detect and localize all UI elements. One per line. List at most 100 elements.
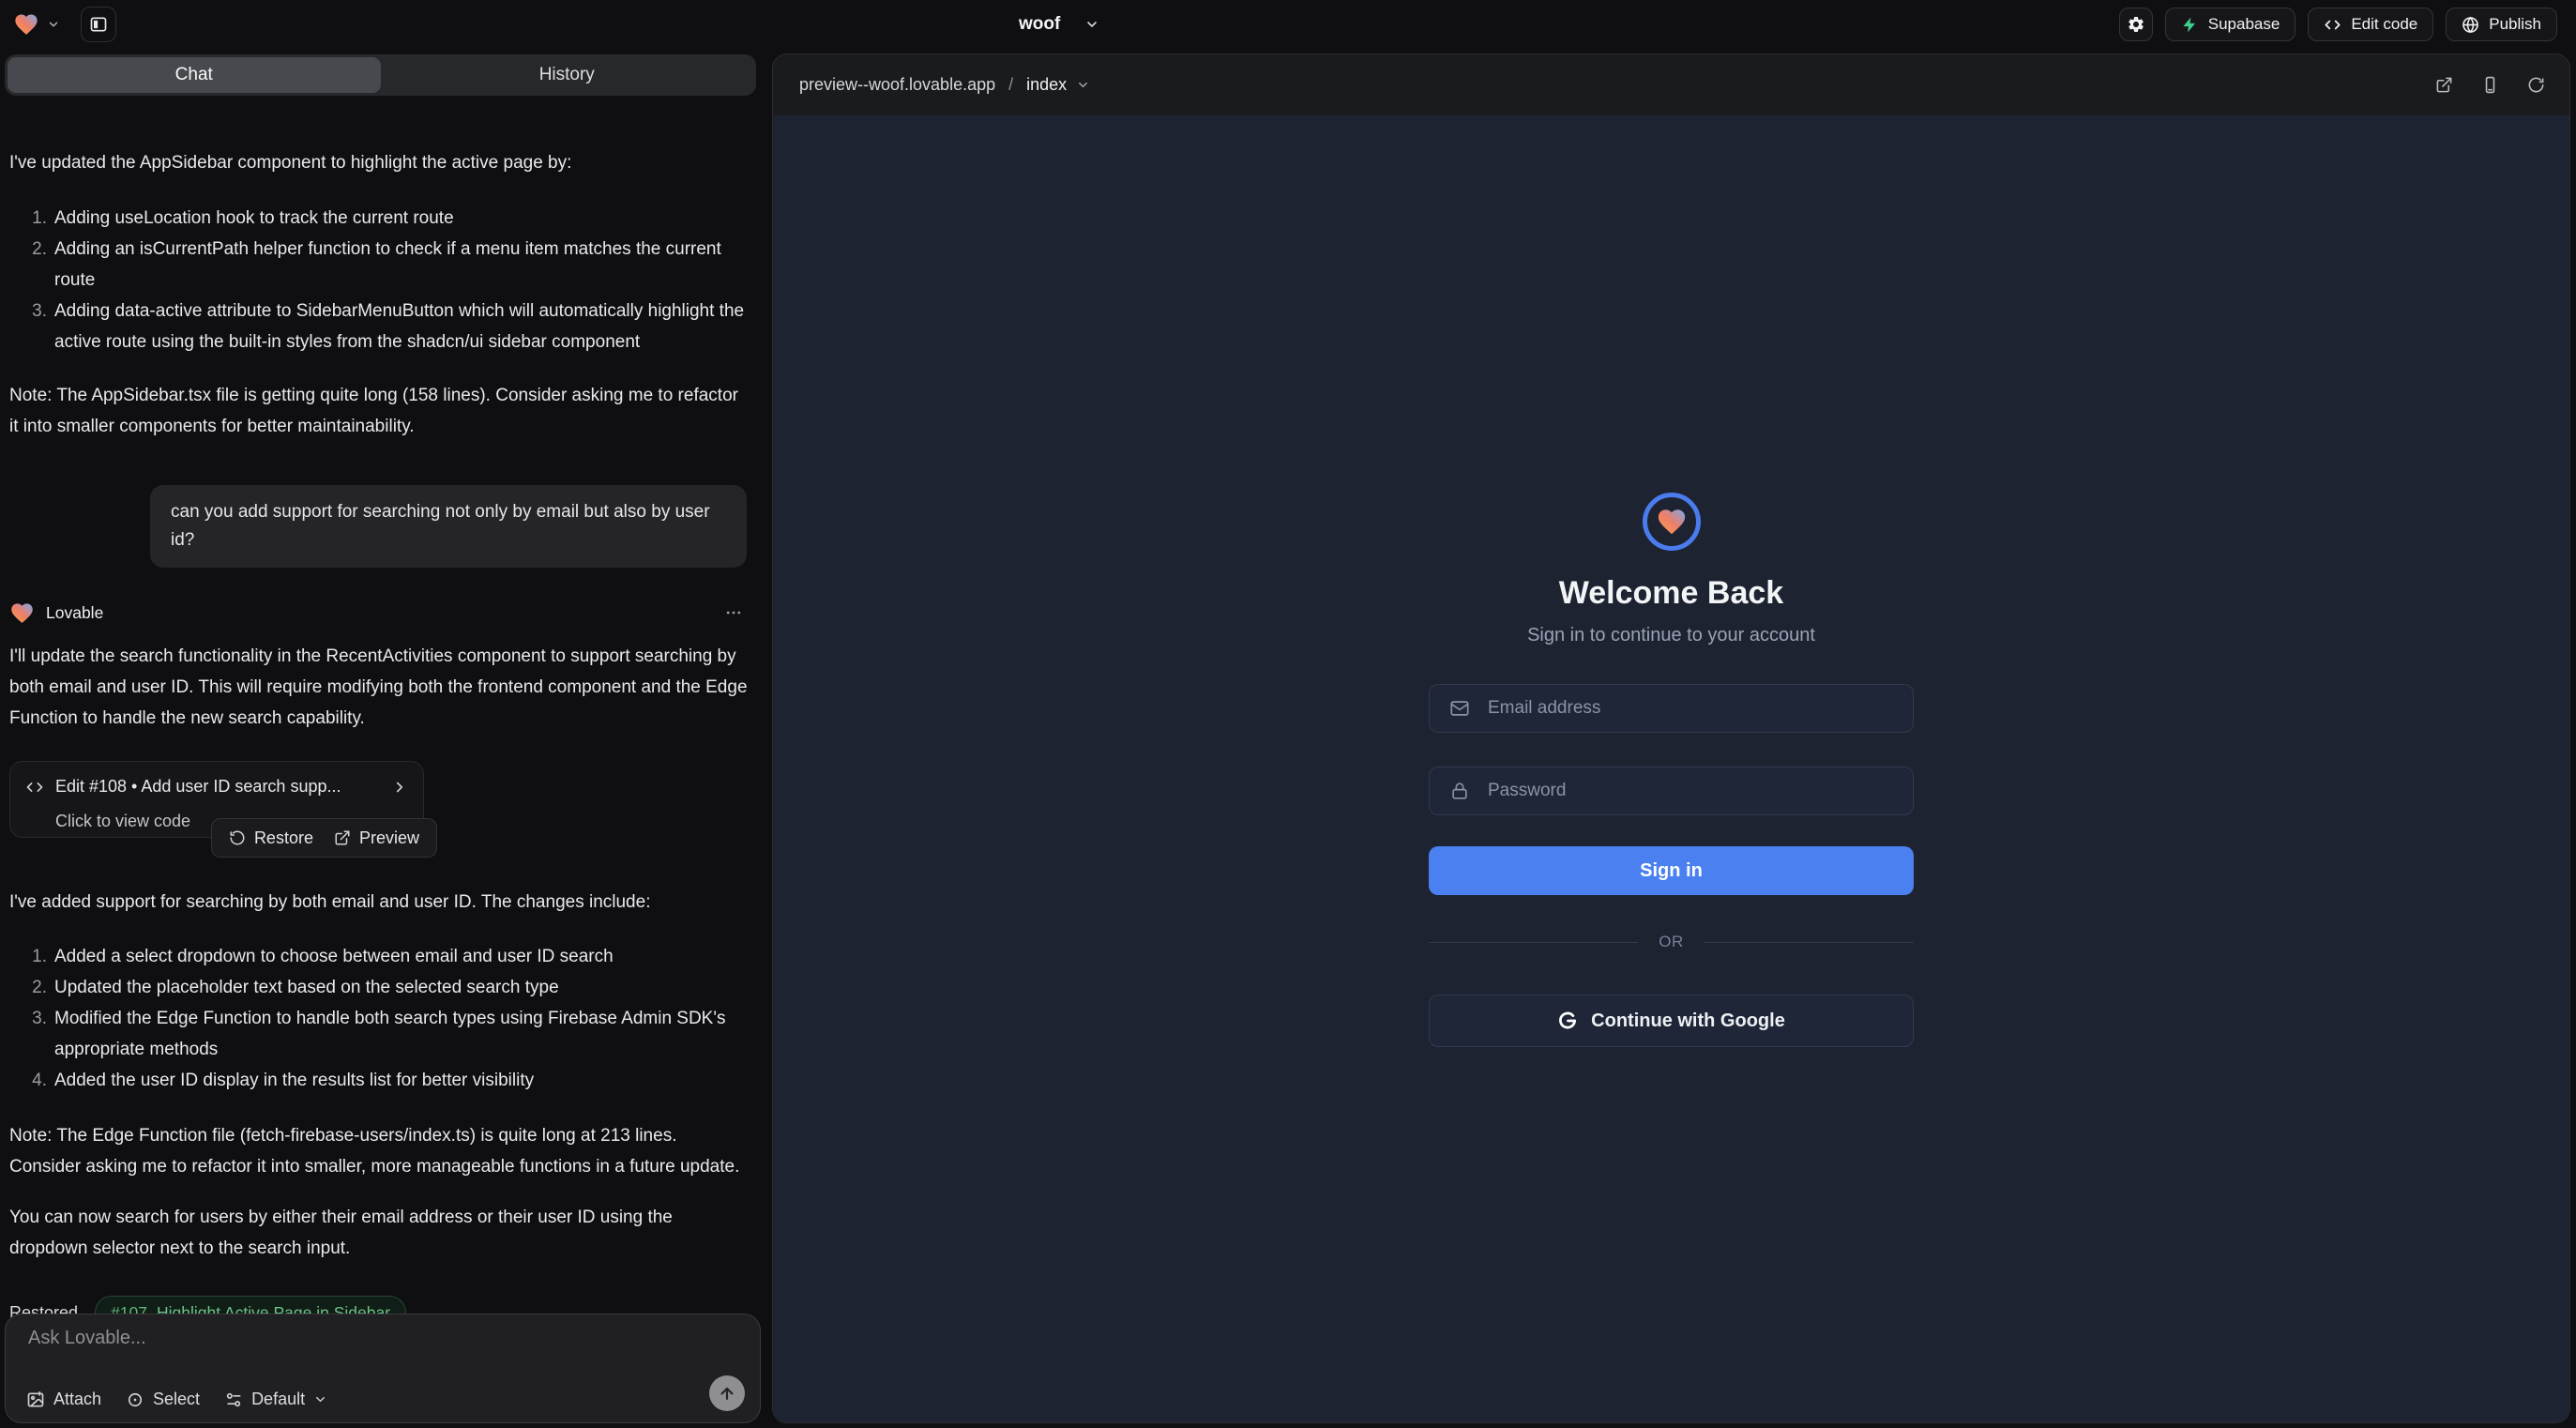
logo-chevron-down-icon[interactable] — [47, 18, 60, 31]
globe-icon — [2462, 16, 2479, 34]
message-more-options-icon[interactable] — [724, 603, 743, 622]
project-name: woof — [1019, 14, 1060, 35]
composer: Attach Select Default — [5, 1314, 761, 1423]
project-chevron-down-icon — [1084, 17, 1099, 32]
attach-label: Attach — [53, 1390, 101, 1409]
list-item: Added a select dropdown to choose betwee… — [9, 941, 750, 972]
open-in-new-tab-icon[interactable] — [2435, 76, 2453, 94]
assistant-message-text: You can now search for users by either t… — [9, 1202, 750, 1264]
preview-panel: preview--woof.lovable.app / index Welcom… — [772, 53, 2570, 1423]
mobile-view-icon[interactable] — [2481, 76, 2499, 94]
supabase-bolt-icon — [2181, 16, 2199, 34]
top-bar: woof Supabase Edit code Publish — [0, 0, 2576, 49]
list-item: Modified the Edge Function to handle bot… — [9, 1003, 750, 1065]
email-field-wrap — [1429, 684, 1914, 733]
edit-card-wrap: Edit #108 • Add user ID search supp... C… — [9, 761, 424, 838]
divider-line — [1705, 942, 1914, 943]
chat-panel: Chat History I've updated the AppSidebar… — [0, 49, 762, 1428]
sign-in-card: Welcome Back Sign in to continue to your… — [1429, 493, 1914, 1047]
welcome-subtitle: Sign in to continue to your account — [1527, 625, 1815, 646]
tab-chat-label: Chat — [175, 65, 213, 85]
google-g-icon — [1557, 1010, 1578, 1031]
chat-history-tabs: Chat History — [5, 54, 756, 96]
preview-url-bar[interactable]: preview--woof.lovable.app / index — [799, 75, 1090, 95]
preview-viewport: Welcome Back Sign in to continue to your… — [773, 115, 2569, 1423]
list-item: Updated the placeholder text based on th… — [9, 972, 750, 1003]
sidebar-toggle-button[interactable] — [81, 7, 116, 42]
assistant-message-text: I've added support for searching by both… — [9, 887, 750, 918]
url-separator: / — [1008, 75, 1013, 95]
lovable-logo-heart-icon[interactable] — [13, 11, 39, 38]
supabase-button[interactable]: Supabase — [2165, 8, 2296, 41]
assistant-note: Note: The AppSidebar.tsx file is getting… — [9, 380, 750, 442]
list-item: Adding an isCurrentPath helper function … — [9, 234, 750, 296]
assistant-note: Note: The Edge Function file (fetch-fire… — [9, 1120, 750, 1182]
preview-button[interactable]: Preview — [334, 823, 419, 854]
select-target-icon — [126, 1390, 144, 1409]
edit-card-actions: Restore Preview — [211, 818, 437, 858]
user-message-text: can you add support for searching not on… — [171, 502, 710, 550]
lock-icon — [1449, 781, 1470, 801]
ask-lovable-input[interactable] — [28, 1328, 743, 1365]
code-icon — [25, 778, 44, 797]
mail-icon — [1449, 698, 1470, 719]
preview-page: index — [1026, 75, 1067, 95]
chat-messages[interactable]: I've updated the AppSidebar component to… — [0, 144, 762, 1353]
project-title[interactable]: woof — [1019, 0, 1099, 49]
assistant-list: Adding useLocation hook to track the cur… — [9, 203, 750, 357]
assistant-message-text: I've updated the AppSidebar component to… — [9, 147, 750, 178]
assistant-message-text: I'll update the search functionality in … — [9, 641, 750, 734]
chevron-down-icon — [313, 1392, 327, 1406]
select-label: Select — [153, 1390, 200, 1409]
tab-chat[interactable]: Chat — [8, 57, 381, 93]
arrow-up-icon — [718, 1384, 736, 1403]
image-attach-icon — [26, 1390, 45, 1409]
sliders-icon — [224, 1390, 243, 1409]
sign-in-button[interactable]: Sign in — [1429, 846, 1914, 895]
restore-button[interactable]: Restore — [229, 823, 313, 854]
divider-line — [1429, 942, 1638, 943]
supabase-label: Supabase — [2208, 15, 2281, 34]
select-button[interactable]: Select — [126, 1390, 200, 1409]
or-divider: OR — [1429, 933, 1914, 951]
restore-label: Restore — [254, 823, 313, 854]
chevron-right-icon — [391, 779, 408, 796]
preview-label: Preview — [359, 823, 419, 854]
gear-icon — [2127, 15, 2145, 34]
refresh-icon[interactable] — [2527, 76, 2545, 94]
code-icon — [2324, 16, 2341, 34]
edit-card-title: Edit #108 • Add user ID search supp... — [55, 771, 380, 802]
app-heart-icon — [1656, 506, 1688, 538]
panel-left-icon — [89, 15, 108, 34]
app-logo-circle — [1643, 493, 1701, 551]
user-message-bubble: can you add support for searching not on… — [150, 485, 747, 568]
password-field-wrap — [1429, 767, 1914, 815]
assistant-header: Lovable — [9, 596, 750, 630]
edit-code-label: Edit code — [2351, 15, 2417, 34]
lovable-avatar-heart-icon — [9, 600, 35, 626]
google-sign-in-button[interactable]: Continue with Google — [1429, 995, 1914, 1047]
external-link-icon — [334, 829, 351, 846]
email-field[interactable] — [1429, 684, 1914, 733]
preview-header: preview--woof.lovable.app / index — [773, 54, 2569, 115]
assistant-list: Added a select dropdown to choose betwee… — [9, 941, 750, 1096]
publish-button[interactable]: Publish — [2446, 8, 2557, 41]
lovable-app: woof Supabase Edit code Publish Chat — [0, 0, 2576, 1428]
tab-history[interactable]: History — [381, 57, 754, 93]
preview-url: preview--woof.lovable.app — [799, 75, 995, 95]
restore-icon — [229, 829, 246, 846]
list-item: Added the user ID display in the results… — [9, 1065, 750, 1096]
password-field[interactable] — [1429, 767, 1914, 815]
attach-button[interactable]: Attach — [26, 1390, 101, 1409]
welcome-title: Welcome Back — [1559, 575, 1783, 612]
edit-code-button[interactable]: Edit code — [2308, 8, 2433, 41]
tab-history-label: History — [539, 65, 595, 85]
google-label: Continue with Google — [1591, 1010, 1785, 1032]
mode-label: Default — [251, 1390, 305, 1409]
assistant-name: Lovable — [46, 598, 103, 629]
send-button[interactable] — [709, 1375, 745, 1411]
settings-button[interactable] — [2119, 8, 2153, 41]
mode-selector[interactable]: Default — [224, 1390, 327, 1409]
publish-label: Publish — [2489, 15, 2541, 34]
list-item: Adding useLocation hook to track the cur… — [9, 203, 750, 234]
